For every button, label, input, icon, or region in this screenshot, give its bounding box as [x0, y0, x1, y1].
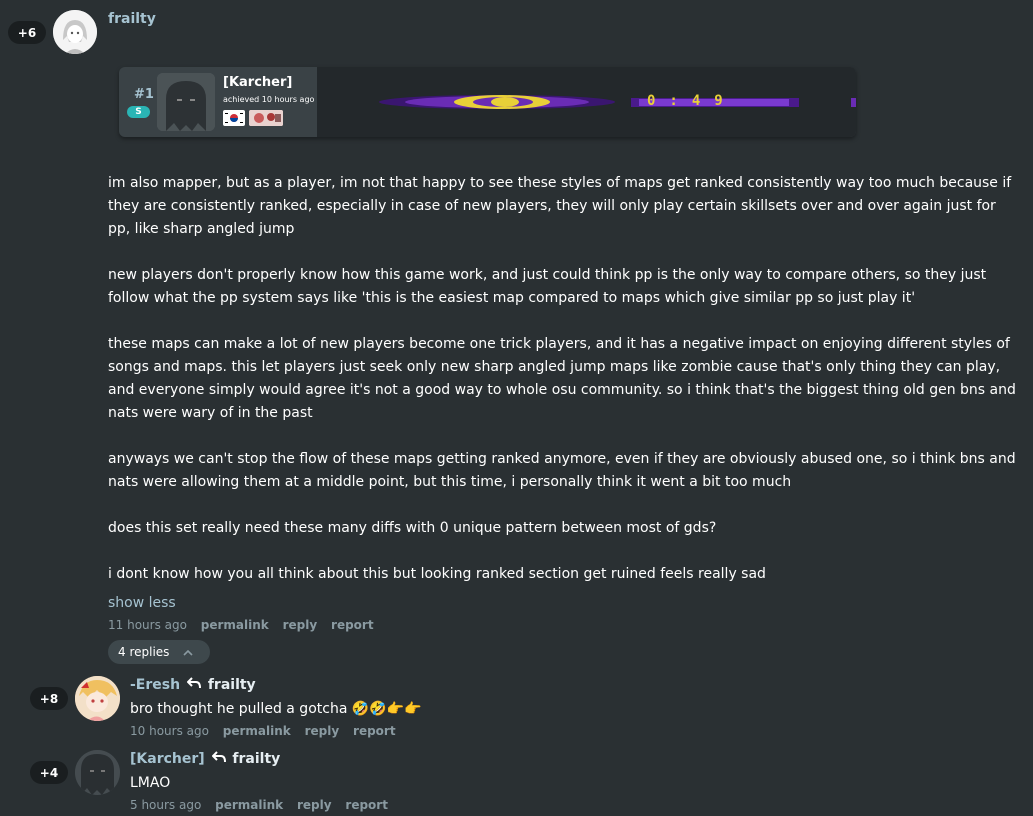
comment-body: im also mapper, but as a player, im not … [108, 172, 1020, 609]
reply-header: -Eresh frailty [130, 677, 256, 693]
reply-arrow-icon [211, 751, 226, 767]
show-less-link[interactable]: show less [108, 595, 176, 611]
comment-time: 11 hours ago [108, 618, 187, 632]
avatar-image [53, 10, 97, 54]
team-flag [249, 110, 283, 126]
reply-text: LMAO [130, 775, 171, 791]
reply-header: [Karcher] frailty [130, 751, 280, 767]
permalink-link[interactable]: permalink [223, 724, 291, 738]
permalink-link[interactable]: permalink [215, 798, 283, 812]
comment-meta: 11 hours ago permalink reply report [108, 618, 384, 632]
vote-button[interactable]: +6 [8, 21, 46, 44]
reply-link[interactable]: reply [283, 618, 318, 632]
reply-link[interactable]: reply [305, 724, 340, 738]
avatar[interactable] [53, 10, 97, 54]
reply-text: bro thought he pulled a gotcha 🤣🤣👉👉 [130, 701, 422, 717]
reply-link[interactable]: reply [297, 798, 332, 812]
reply-meta: 10 hours ago permalink reply report [130, 724, 406, 738]
comment-paragraph: new players don't properly know how this… [108, 267, 987, 306]
avatar[interactable] [75, 750, 120, 795]
reply-time: 10 hours ago [130, 724, 209, 738]
comment-paragraph: i dont know how you all think about this… [108, 566, 766, 582]
reply-to-username[interactable]: frailty [232, 751, 280, 767]
player-avatar [157, 73, 215, 131]
report-link[interactable]: report [353, 724, 396, 738]
score-rank: #1 [134, 87, 154, 102]
reply-to-username[interactable]: frailty [208, 677, 256, 693]
banner-text: 0:49 [647, 93, 737, 109]
comment-username[interactable]: frailty [108, 11, 156, 27]
player-name[interactable]: [Karcher] [223, 75, 292, 90]
comment-paragraph: these maps can make a lot of new players… [108, 336, 1016, 421]
grade-badge: S [127, 106, 150, 118]
achieved-time: achieved 10 hours ago [223, 95, 315, 104]
replies-toggle[interactable]: 4 replies [108, 640, 210, 664]
comment-paragraph: im also mapper, but as a player, im not … [108, 175, 1012, 237]
replies-count: 4 replies [118, 645, 170, 659]
reply-arrow-icon [186, 677, 201, 693]
reply-meta: 5 hours ago permalink reply report [130, 798, 398, 812]
permalink-link[interactable]: permalink [201, 618, 269, 632]
chevron-up-icon [183, 645, 193, 659]
reply-time: 5 hours ago [130, 798, 202, 812]
reply-username[interactable]: -Eresh [130, 677, 180, 693]
report-link[interactable]: report [331, 618, 374, 632]
avatar[interactable] [75, 676, 120, 721]
beatmap-banner: 0:49 [317, 67, 856, 137]
reply-username[interactable]: [Karcher] [130, 751, 205, 767]
report-link[interactable]: report [345, 798, 388, 812]
vote-button[interactable]: +8 [30, 687, 68, 710]
comment-paragraph: does this set really need these many dif… [108, 520, 717, 536]
country-flag [223, 110, 245, 126]
vote-button[interactable]: +4 [30, 761, 68, 784]
score-card[interactable]: #1 S [Karcher] achieved 10 hours ago 0:4… [119, 67, 856, 137]
comment-paragraph: anyways we can't stop the flow of these … [108, 451, 1016, 490]
